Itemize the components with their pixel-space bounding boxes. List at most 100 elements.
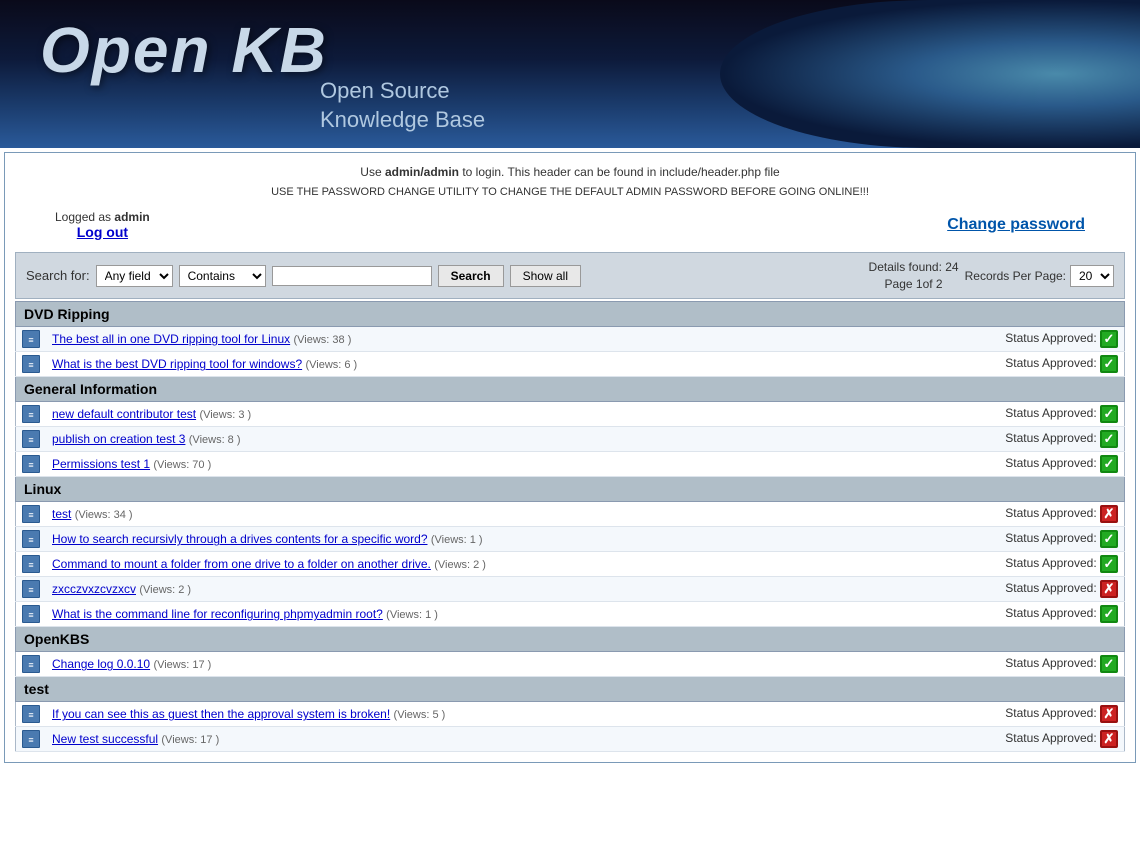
views-count: (Views: 1 ) — [386, 609, 438, 621]
table-row: ≡ New test successful (Views: 17 ) Statu… — [16, 727, 1125, 752]
search-label: Search for: — [26, 268, 90, 283]
status-cell: Status Approved: ✓ — [888, 327, 1124, 352]
table-row: ≡ publish on creation test 3 (Views: 8 )… — [16, 427, 1125, 452]
status-cell: Status Approved: ✓ — [888, 552, 1124, 577]
views-count: (Views: 17 ) — [153, 659, 211, 671]
admin-notice: Use admin/admin to login. This header ca… — [15, 163, 1125, 202]
article-icon-cell: ≡ — [16, 352, 47, 377]
views-count: (Views: 17 ) — [161, 734, 219, 746]
kb-table: DVD Ripping ≡ The best all in one DVD ri… — [15, 301, 1125, 752]
article-link[interactable]: Permissions test 1 — [52, 457, 150, 471]
article-link[interactable]: The best all in one DVD ripping tool for… — [52, 332, 290, 346]
article-title-cell: New test successful (Views: 17 ) — [46, 727, 888, 752]
status-cell: Status Approved: ✗ — [888, 727, 1124, 752]
views-count: (Views: 8 ) — [189, 434, 241, 446]
logged-as-block: Logged as admin Log out — [55, 210, 150, 240]
article-link[interactable]: Change log 0.0.10 — [52, 657, 150, 671]
article-title-cell: If you can see this as guest then the ap… — [46, 702, 888, 727]
status-cell: Status Approved: ✗ — [888, 502, 1124, 527]
records-per-page-select[interactable]: 102050 — [1070, 265, 1114, 287]
table-row: ≡ What is the command line for reconfigu… — [16, 602, 1125, 627]
article-title-cell: Change log 0.0.10 (Views: 17 ) — [46, 652, 888, 677]
article-icon-cell: ≡ — [16, 402, 47, 427]
header-title-block: Open KB Open Source Knowledge Base — [0, 13, 485, 134]
article-link[interactable]: zxcczvxzcvzxcv — [52, 582, 136, 596]
article-icon-cell: ≡ — [16, 702, 47, 727]
show-all-button[interactable]: Show all — [510, 265, 581, 287]
doc-icon: ≡ — [22, 405, 40, 423]
search-info: Details found: 24 Page 1of 2 — [869, 259, 959, 293]
doc-icon: ≡ — [22, 605, 40, 623]
approved-icon: ✓ — [1100, 405, 1118, 423]
credentials: admin/admin — [385, 165, 459, 179]
table-row: ≡ test (Views: 34 ) Status Approved: ✗ — [16, 502, 1125, 527]
article-link[interactable]: New test successful — [52, 732, 158, 746]
article-link[interactable]: Command to mount a folder from one drive… — [52, 557, 431, 571]
doc-icon: ≡ — [22, 655, 40, 673]
category-name: OpenKBS — [16, 627, 1125, 652]
status-cell: Status Approved: ✗ — [888, 702, 1124, 727]
article-icon-cell: ≡ — [16, 552, 47, 577]
category-name: General Information — [16, 377, 1125, 402]
article-title-cell: The best all in one DVD ripping tool for… — [46, 327, 888, 352]
header-globe-bg — [720, 0, 1140, 148]
table-row: ≡ If you can see this as guest then the … — [16, 702, 1125, 727]
table-row: ≡ How to search recursivly through a dri… — [16, 527, 1125, 552]
table-row: ≡ Change log 0.0.10 (Views: 17 ) Status … — [16, 652, 1125, 677]
article-link[interactable]: What is the command line for reconfiguri… — [52, 607, 383, 621]
views-count: (Views: 70 ) — [153, 459, 211, 471]
search-button[interactable]: Search — [438, 265, 504, 287]
change-password-link[interactable]: Change password — [947, 216, 1085, 234]
doc-icon: ≡ — [22, 430, 40, 448]
doc-icon: ≡ — [22, 455, 40, 473]
views-count: (Views: 1 ) — [431, 534, 483, 546]
not-approved-icon: ✗ — [1100, 505, 1118, 523]
article-icon-cell: ≡ — [16, 602, 47, 627]
search-field-select[interactable]: Any fieldTitleContent — [96, 265, 173, 287]
username-display: admin — [114, 210, 149, 224]
article-icon-cell: ≡ — [16, 502, 47, 527]
approved-icon: ✓ — [1100, 430, 1118, 448]
table-row: ≡ Command to mount a folder from one dri… — [16, 552, 1125, 577]
approved-icon: ✓ — [1100, 555, 1118, 573]
article-icon-cell: ≡ — [16, 727, 47, 752]
article-link[interactable]: test — [52, 507, 71, 521]
category-name: test — [16, 677, 1125, 702]
article-link[interactable]: new default contributor test — [52, 407, 196, 421]
search-input[interactable] — [272, 266, 432, 286]
views-count: (Views: 34 ) — [75, 509, 133, 521]
approved-icon: ✓ — [1100, 455, 1118, 473]
article-link[interactable]: What is the best DVD ripping tool for wi… — [52, 357, 302, 371]
table-row: ≡ new default contributor test (Views: 3… — [16, 402, 1125, 427]
status-cell: Status Approved: ✓ — [888, 402, 1124, 427]
status-cell: Status Approved: ✓ — [888, 352, 1124, 377]
doc-icon: ≡ — [22, 530, 40, 548]
views-count: (Views: 5 ) — [394, 709, 446, 721]
search-bar: Search for: Any fieldTitleContent Contai… — [15, 252, 1125, 300]
doc-icon: ≡ — [22, 705, 40, 723]
article-link[interactable]: If you can see this as guest then the ap… — [52, 707, 390, 721]
category-row: DVD Ripping — [16, 302, 1125, 327]
doc-icon: ≡ — [22, 730, 40, 748]
search-condition-select[interactable]: ContainsStarts withEnds with — [179, 265, 266, 287]
warning-text: USE THE PASSWORD CHANGE UTILITY TO CHANG… — [271, 186, 869, 198]
category-name: DVD Ripping — [16, 302, 1125, 327]
logout-link[interactable]: Log out — [55, 224, 150, 240]
category-row: Linux — [16, 477, 1125, 502]
views-count: (Views: 2 ) — [434, 559, 486, 571]
article-link[interactable]: publish on creation test 3 — [52, 432, 185, 446]
article-link[interactable]: How to search recursivly through a drive… — [52, 532, 428, 546]
not-approved-icon: ✗ — [1100, 705, 1118, 723]
views-count: (Views: 38 ) — [293, 334, 351, 346]
article-title-cell: zxcczvxzcvzxcv (Views: 2 ) — [46, 577, 888, 602]
article-title-cell: How to search recursivly through a drive… — [46, 527, 888, 552]
user-bar: Logged as admin Log out Change password — [55, 210, 1085, 240]
approved-icon: ✓ — [1100, 655, 1118, 673]
article-title-cell: What is the best DVD ripping tool for wi… — [46, 352, 888, 377]
article-title-cell: Permissions test 1 (Views: 70 ) — [46, 452, 888, 477]
status-cell: Status Approved: ✓ — [888, 652, 1124, 677]
doc-icon: ≡ — [22, 355, 40, 373]
article-title-cell: What is the command line for reconfiguri… — [46, 602, 888, 627]
article-title-cell: Command to mount a folder from one drive… — [46, 552, 888, 577]
approved-icon: ✓ — [1100, 530, 1118, 548]
